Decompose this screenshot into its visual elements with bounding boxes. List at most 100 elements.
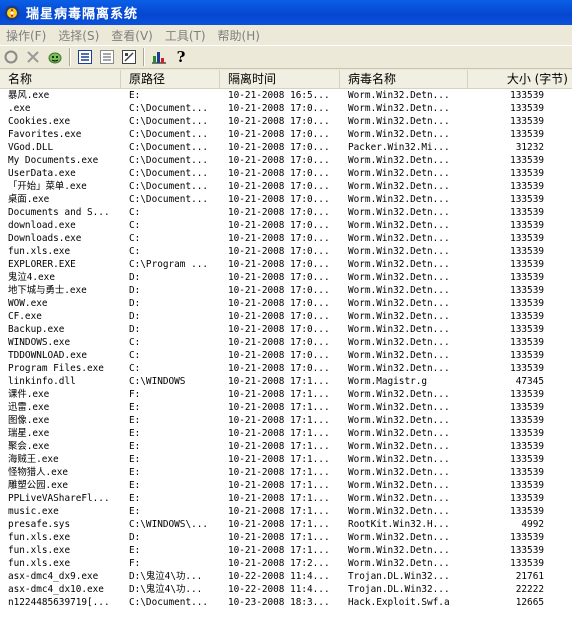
table-row[interactable]: My Documents.exe C:\Document... 10-21-2008… bbox=[0, 154, 572, 167]
menu-view[interactable]: 查看(V) bbox=[105, 27, 159, 44]
table-row[interactable]: download.exe C: 10-21-2008 17:0... Worm.Win… bbox=[0, 219, 572, 232]
row-virus-name: Worm.Win32.Detn... bbox=[348, 467, 450, 478]
table-row[interactable]: VGod.DLL C:\Document... 10-21-2008 17:0...… bbox=[0, 141, 572, 154]
table-row[interactable]: presafe.sys C:\WINDOWS\... 10-21-2008 17:1… bbox=[0, 518, 572, 531]
table-row[interactable]: asx-dmc4_dx9.exe D:\鬼泣4\功... 10-22-2008 11… bbox=[0, 570, 572, 583]
row-quarantine-time: 10-21-2008 17:0... bbox=[228, 194, 330, 205]
restore-button[interactable] bbox=[44, 47, 66, 67]
table-row[interactable]: PPLiveVAShareFl... E: 10-21-2008 17:1... Wo… bbox=[0, 492, 572, 505]
table-row[interactable]: 地下城与勇士.exe D: 10-21-2008 17:0... Worm.Win32… bbox=[0, 284, 572, 297]
row-original-path: C:\Document... bbox=[129, 103, 209, 114]
select-all-button[interactable] bbox=[74, 47, 96, 67]
row-original-path: E: bbox=[129, 415, 141, 426]
table-row[interactable]: 聚会.exe E: 10-21-2008 17:1... Worm.Win32.Det… bbox=[0, 440, 572, 453]
row-name: 地下城与勇士.exe bbox=[8, 285, 87, 296]
row-original-path: C:\Document... bbox=[129, 129, 209, 140]
properties-button[interactable] bbox=[118, 47, 140, 67]
table-row[interactable]: Program Files.exe C: 10-21-2008 17:0... Wor… bbox=[0, 362, 572, 375]
row-quarantine-time: 10-21-2008 17:2... bbox=[228, 558, 330, 569]
row-original-path: E: bbox=[129, 467, 141, 478]
row-original-path: C: bbox=[129, 246, 141, 257]
table-row[interactable]: Favorites.exe C:\Document... 10-21-2008 17… bbox=[0, 128, 572, 141]
row-original-path: E: bbox=[129, 428, 141, 439]
row-virus-name: Worm.Win32.Detn... bbox=[348, 545, 450, 556]
row-size: 133539 bbox=[510, 129, 544, 140]
row-quarantine-time: 10-21-2008 17:1... bbox=[228, 441, 330, 452]
menu-select[interactable]: 选择(S) bbox=[52, 27, 105, 44]
refresh-button[interactable] bbox=[0, 47, 22, 67]
invert-selection-button[interactable] bbox=[96, 47, 118, 67]
row-original-path: C:\Document... bbox=[129, 142, 209, 153]
row-quarantine-time: 10-21-2008 17:1... bbox=[228, 389, 330, 400]
table-row[interactable]: fun.xls.exe D: 10-21-2008 17:1... Worm.Win3… bbox=[0, 531, 572, 544]
row-original-path: D:\鬼泣4\功... bbox=[129, 571, 203, 582]
table-row[interactable]: 课件.exe F: 10-21-2008 17:1... Worm.Win32.Det… bbox=[0, 388, 572, 401]
row-name: EXPLORER.EXE bbox=[8, 259, 76, 270]
row-virus-name: Worm.Win32.Detn... bbox=[348, 350, 450, 361]
menu-tools[interactable]: 工具(T) bbox=[159, 27, 212, 44]
column-header-virus-name[interactable]: 病毒名称 bbox=[340, 70, 468, 88]
column-header-name[interactable]: 名称 bbox=[0, 70, 121, 88]
table-row[interactable]: 鬼泣4.exe D: 10-21-2008 17:0... Worm.Win32.De… bbox=[0, 271, 572, 284]
row-size: 133539 bbox=[510, 207, 544, 218]
row-quarantine-time: 10-21-2008 17:0... bbox=[228, 337, 330, 348]
row-name: fun.xls.exe bbox=[8, 545, 71, 556]
row-name: 聚会.exe bbox=[8, 441, 50, 452]
row-size: 47345 bbox=[515, 376, 544, 387]
table-row[interactable]: EXPLORER.EXE C:\Program ... 10-21-2008 17:… bbox=[0, 258, 572, 271]
row-size: 133539 bbox=[510, 480, 544, 491]
table-row[interactable]: fun.xls.exe E: 10-21-2008 17:1... Worm.Win3… bbox=[0, 544, 572, 557]
table-row[interactable]: WOW.exe D: 10-21-2008 17:0... Worm.Win32.De… bbox=[0, 297, 572, 310]
table-row[interactable]: 海贼王.exe E: 10-21-2008 17:1... Worm.Win32.De… bbox=[0, 453, 572, 466]
table-row[interactable]: Documents and S... C: 10-21-2008 17:0... Wo… bbox=[0, 206, 572, 219]
table-row[interactable]: 迅雷.exe E: 10-21-2008 17:1... Worm.Win32.Det… bbox=[0, 401, 572, 414]
row-quarantine-time: 10-21-2008 17:1... bbox=[228, 519, 330, 530]
table-row[interactable]: 图像.exe E: 10-21-2008 17:1... Worm.Win32.Det… bbox=[0, 414, 572, 427]
table-row[interactable]: .exe C:\Document... 10-21-2008 17:0... Worm… bbox=[0, 102, 572, 115]
row-name: 鬼泣4.exe bbox=[8, 272, 55, 283]
row-quarantine-time: 10-21-2008 17:0... bbox=[228, 363, 330, 374]
menu-operation[interactable]: 操作(F) bbox=[0, 27, 52, 44]
row-virus-name: Worm.Win32.Detn... bbox=[348, 506, 450, 517]
row-quarantine-time: 10-21-2008 17:0... bbox=[228, 298, 330, 309]
row-quarantine-time: 10-21-2008 17:0... bbox=[228, 272, 330, 283]
row-name: fun.xls.exe bbox=[8, 246, 71, 257]
row-quarantine-time: 10-21-2008 17:1... bbox=[228, 376, 330, 387]
table-row[interactable]: linkinfo.dll C:\WINDOWS 10-21-2008 17:1...… bbox=[0, 375, 572, 388]
table-row[interactable]: TDDOWNLOAD.exe C: 10-21-2008 17:0... Worm.W… bbox=[0, 349, 572, 362]
menu-help[interactable]: 帮助(H) bbox=[212, 27, 266, 44]
table-row[interactable]: n1224485639719[... C:\Document... 10-23-20… bbox=[0, 596, 572, 609]
table-row[interactable]: WINDOWS.exe C: 10-21-2008 17:0... Worm.Win3… bbox=[0, 336, 572, 349]
table-row[interactable]: 「开始」菜单.exe C:\Document... 10-21-2008 17:0.… bbox=[0, 180, 572, 193]
table-row[interactable]: music.exe E: 10-21-2008 17:1... Worm.Win32.… bbox=[0, 505, 572, 518]
table-row[interactable]: 雕塑公园.exe E: 10-21-2008 17:1... Worm.Win32.D… bbox=[0, 479, 572, 492]
column-header-size[interactable]: 大小 (字节) bbox=[468, 70, 572, 88]
delete-button[interactable] bbox=[22, 47, 44, 67]
column-header-quarantine-time[interactable]: 隔离时间 bbox=[220, 70, 340, 88]
table-row[interactable]: asx-dmc4_dx10.exe D:\鬼泣4\功... 10-22-2008 1… bbox=[0, 583, 572, 596]
row-size: 133539 bbox=[510, 545, 544, 556]
table-row[interactable]: Backup.exe D: 10-21-2008 17:0... Worm.Win32… bbox=[0, 323, 572, 336]
row-original-path: D: bbox=[129, 285, 141, 296]
statistics-button[interactable] bbox=[148, 47, 170, 67]
row-name: presafe.sys bbox=[8, 519, 71, 530]
table-row[interactable]: 怪物猎人.exe E: 10-21-2008 17:1... Worm.Win32.D… bbox=[0, 466, 572, 479]
table-row[interactable]: Downloads.exe C: 10-21-2008 17:0... Worm.Wi… bbox=[0, 232, 572, 245]
column-header-original-path[interactable]: 原路径 bbox=[121, 70, 220, 88]
table-row[interactable]: CF.exe D: 10-21-2008 17:0... Worm.Win32.Det… bbox=[0, 310, 572, 323]
table-row[interactable]: Cookies.exe C:\Document... 10-21-2008 17:0… bbox=[0, 115, 572, 128]
refresh-icon bbox=[4, 50, 18, 64]
properties-icon bbox=[122, 50, 136, 64]
help-button[interactable]: ? bbox=[170, 47, 192, 67]
title-bar[interactable]: 瑞星病毒隔离系统 bbox=[0, 0, 572, 25]
table-row[interactable]: fun.xls.exe C: 10-21-2008 17:0... Worm.Win3… bbox=[0, 245, 572, 258]
row-quarantine-time: 10-21-2008 17:0... bbox=[228, 220, 330, 231]
row-name: WINDOWS.exe bbox=[8, 337, 71, 348]
table-row[interactable]: 暴风.exe E: 10-21-2008 16:5... Worm.Win32.Det… bbox=[0, 89, 572, 102]
table-row[interactable]: 桌面.exe C:\Document... 10-21-2008 17:0... Wo… bbox=[0, 193, 572, 206]
row-size: 133539 bbox=[510, 181, 544, 192]
table-row[interactable]: 瑞星.exe E: 10-21-2008 17:1... Worm.Win32.Det… bbox=[0, 427, 572, 440]
table-row[interactable]: fun.xls.exe F: 10-21-2008 17:2... Worm.Win3… bbox=[0, 557, 572, 570]
table-row[interactable]: UserData.exe C:\Document... 10-21-2008 17:… bbox=[0, 167, 572, 180]
row-size: 133539 bbox=[510, 233, 544, 244]
